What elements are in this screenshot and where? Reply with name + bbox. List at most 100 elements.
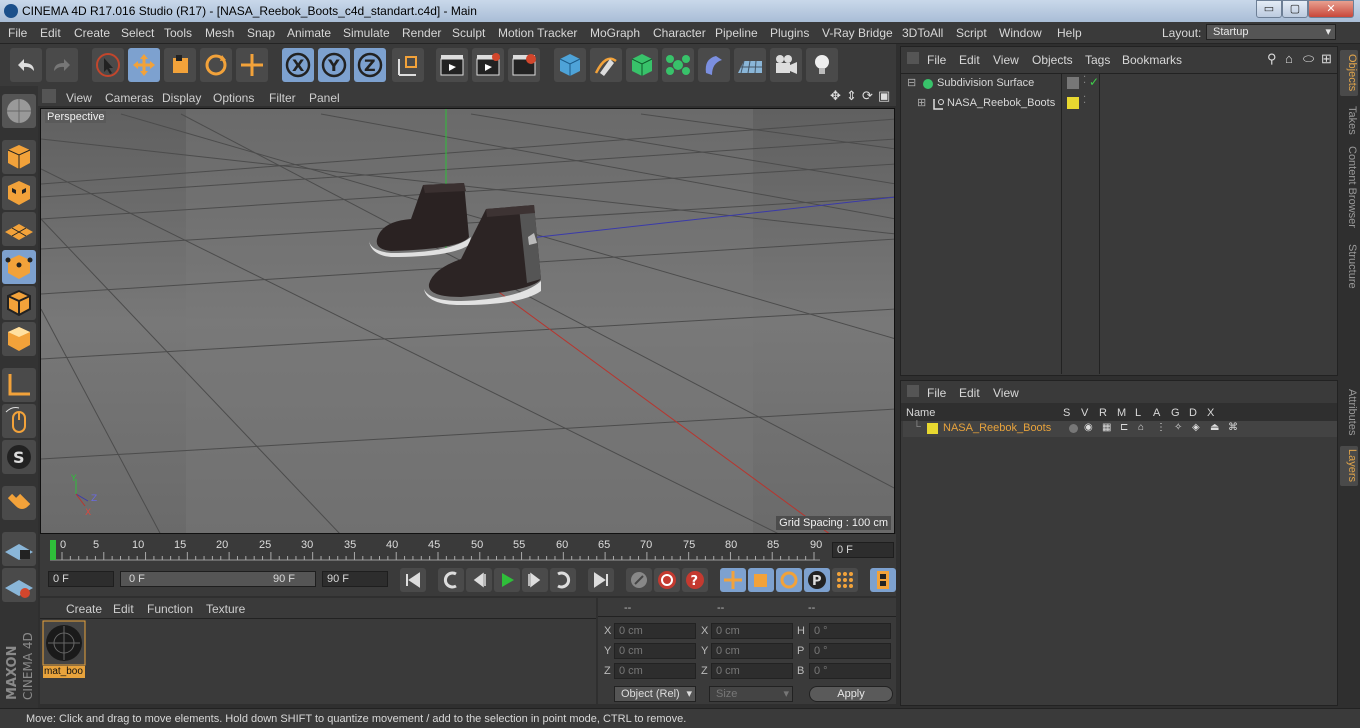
visibility-dots-icon[interactable]: ⁚ <box>1083 95 1086 106</box>
menu-pipeline[interactable]: Pipeline <box>715 26 758 40</box>
points-mode-button[interactable] <box>2 250 36 284</box>
render-picture-viewer-button[interactable] <box>472 48 504 82</box>
previous-frame-button[interactable] <box>466 568 492 592</box>
lock-icon[interactable]: ⌂ <box>1138 422 1144 433</box>
back-icon[interactable]: ⬭ <box>1303 51 1314 67</box>
3d-viewport[interactable]: Y Z X Perspective Grid Spacing : 100 cm <box>40 108 895 534</box>
expression-icon[interactable]: ⏏ <box>1210 422 1219 433</box>
render-view-button[interactable] <box>436 48 468 82</box>
start-frame-field[interactable]: 0 F <box>48 571 114 587</box>
recent-tool-button[interactable] <box>236 48 268 82</box>
col-locked[interactable]: L <box>1135 407 1141 419</box>
solo-toggle-icon[interactable] <box>1069 424 1078 433</box>
eye-icon[interactable]: ◉ <box>1084 422 1093 433</box>
position-key-button[interactable] <box>720 568 746 592</box>
edges-mode-button[interactable] <box>2 286 36 320</box>
minimize-button[interactable]: ▭ <box>1256 0 1282 18</box>
coordinate-mode-dropdown[interactable]: Object (Rel) ▾ <box>614 686 696 702</box>
layer-swatch-icon[interactable] <box>1067 77 1079 89</box>
size-x-field[interactable]: 0 cm <box>711 623 793 639</box>
object-row[interactable]: ⊟ Subdivision Surface ⁚ ✓ <box>903 75 1337 93</box>
add-subdivision-surface-button[interactable] <box>626 48 658 82</box>
viewport-menu-filter[interactable]: Filter <box>269 91 296 105</box>
end-frame-field[interactable]: 90 F <box>322 571 388 587</box>
add-camera-button[interactable] <box>770 48 802 82</box>
autokey-button[interactable] <box>654 568 680 592</box>
previous-key-button[interactable] <box>438 568 464 592</box>
timeline-window-button[interactable] <box>870 568 896 592</box>
menu-animate[interactable]: Animate <box>287 26 331 40</box>
tweak-mode-button[interactable] <box>2 404 36 438</box>
menu-simulate[interactable]: Simulate <box>343 26 390 40</box>
add-cloner-button[interactable] <box>662 48 694 82</box>
next-frame-button[interactable] <box>522 568 548 592</box>
col-solo[interactable]: S <box>1063 407 1070 419</box>
layer-swatch-icon[interactable] <box>1067 97 1079 109</box>
col-render[interactable]: R <box>1099 407 1107 419</box>
material-menu-create[interactable]: Create <box>66 602 102 616</box>
layer-menu-edit[interactable]: Edit <box>959 386 980 400</box>
new-view-icon[interactable]: ⊞ <box>1321 51 1332 67</box>
menu-render[interactable]: Render <box>402 26 441 40</box>
object-menu-bookmarks[interactable]: Bookmarks <box>1122 53 1182 67</box>
animation-icon[interactable]: ⋮ <box>1156 422 1166 433</box>
viewport-menu-panel[interactable]: Panel <box>309 91 340 105</box>
rotation-h-field[interactable]: 0 ° <box>809 623 891 639</box>
menu-vray-bridge[interactable]: V-Ray Bridge <box>822 26 893 40</box>
solo-mode-button[interactable]: S <box>2 440 36 474</box>
xref-icon[interactable]: ⌘ <box>1228 422 1238 433</box>
viewport-move-icon[interactable]: ✥ <box>830 88 841 104</box>
menu-window[interactable]: Window <box>999 26 1042 40</box>
home-icon[interactable]: ⌂ <box>1285 51 1293 66</box>
undo-button[interactable] <box>10 48 42 82</box>
layer-menu-file[interactable]: File <box>927 386 946 400</box>
parameter-key-button[interactable]: P <box>804 568 830 592</box>
col-animation[interactable]: A <box>1153 407 1160 419</box>
add-cube-button[interactable] <box>554 48 586 82</box>
object-row[interactable]: ⊞ NASA_Reebok_Boots ⁚ <box>903 95 1337 113</box>
texture-mode-button[interactable] <box>2 176 36 210</box>
menu-snap[interactable]: Snap <box>247 26 275 40</box>
position-x-field[interactable]: 0 cm <box>614 623 696 639</box>
make-editable-button[interactable] <box>2 94 36 128</box>
col-manager[interactable]: M <box>1117 407 1126 419</box>
viewport-menu-options[interactable]: Options <box>213 91 254 105</box>
size-z-field[interactable]: 0 cm <box>711 663 793 679</box>
render-clapper-icon[interactable]: ▦ <box>1102 422 1111 433</box>
tab-takes[interactable]: Takes <box>1340 102 1358 138</box>
menu-edit[interactable]: Edit <box>40 26 61 40</box>
object-menu-view[interactable]: View <box>993 53 1019 67</box>
rotate-tool-button[interactable] <box>200 48 232 82</box>
axis-mode-button[interactable] <box>2 368 36 402</box>
layer-menu-view[interactable]: View <box>993 386 1019 400</box>
col-view[interactable]: V <box>1081 407 1088 419</box>
next-key-button[interactable] <box>550 568 576 592</box>
play-button[interactable] <box>494 568 520 592</box>
object-menu-objects[interactable]: Objects <box>1032 53 1073 67</box>
layout-dropdown[interactable]: Startup ▾ <box>1206 24 1336 40</box>
material-swatch[interactable]: mat_boo <box>42 620 86 678</box>
menu-help[interactable]: Help <box>1057 26 1082 40</box>
redo-button[interactable] <box>46 48 78 82</box>
rotation-b-field[interactable]: 0 ° <box>809 663 891 679</box>
deformer-icon[interactable]: ◈ <box>1192 422 1200 433</box>
model-mode-button[interactable] <box>2 140 36 174</box>
z-axis-lock-button[interactable]: Z <box>354 48 386 82</box>
go-to-end-button[interactable] <box>588 568 614 592</box>
position-y-field[interactable]: 0 cm <box>614 643 696 659</box>
viewport-dolly-icon[interactable]: ⇕ <box>846 88 857 104</box>
tab-attributes[interactable]: Attributes <box>1340 384 1358 440</box>
menu-tools[interactable]: Tools <box>164 26 192 40</box>
scale-tool-button[interactable] <box>164 48 196 82</box>
go-to-start-button[interactable] <box>400 568 426 592</box>
menu-script[interactable]: Script <box>956 26 987 40</box>
menu-plugins[interactable]: Plugins <box>770 26 809 40</box>
add-deformer-button[interactable] <box>698 48 730 82</box>
y-axis-lock-button[interactable]: Y <box>318 48 350 82</box>
locked-workplane-button[interactable] <box>2 532 36 566</box>
live-selection-button[interactable] <box>92 48 124 82</box>
size-y-field[interactable]: 0 cm <box>711 643 793 659</box>
viewport-menu-view[interactable]: View <box>66 91 92 105</box>
visibility-dots-icon[interactable]: ⁚ <box>1083 75 1086 86</box>
tab-content-browser[interactable]: Content Browser <box>1340 144 1358 230</box>
